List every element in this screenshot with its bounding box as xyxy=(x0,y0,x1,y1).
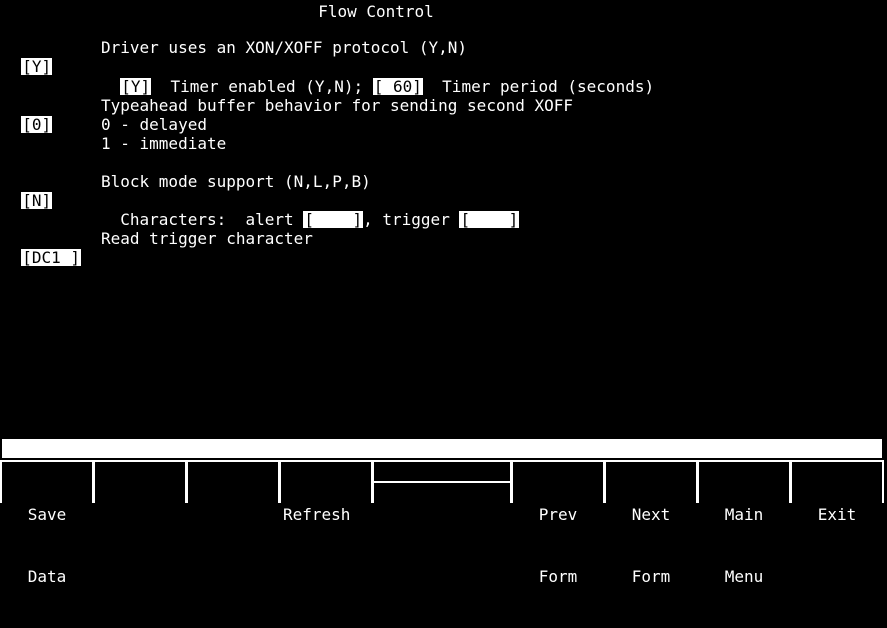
read-trigger-label: Read trigger character xyxy=(101,229,313,248)
f7-label-line1: Next xyxy=(631,505,671,524)
f2-blank-button[interactable] xyxy=(95,462,185,503)
alert-char-field[interactable]: [ ] xyxy=(303,211,364,228)
f1-label-line2: Data xyxy=(27,567,67,586)
alert-label: alert xyxy=(245,210,294,229)
read-trigger-field[interactable]: [DC1 ] xyxy=(21,249,82,266)
f4-refresh-button[interactable]: Refresh xyxy=(281,462,371,524)
f8-main-menu-button[interactable]: Main Menu xyxy=(699,462,789,586)
f7-label-line2: Form xyxy=(631,567,671,586)
f9-label-line1: Exit xyxy=(817,505,857,524)
timer-period-field[interactable]: [ 60] xyxy=(372,78,423,95)
f3-label-line2 xyxy=(188,566,278,586)
block-mode-label: Block mode support (N,L,P,B) xyxy=(101,172,371,191)
f5-blank-button-top[interactable] xyxy=(374,462,510,481)
timer-enabled-field[interactable]: [Y] xyxy=(120,78,152,95)
typeahead-field[interactable]: [0] xyxy=(21,116,53,133)
timer-enabled-label: Timer enabled (Y,N); xyxy=(170,77,364,96)
characters-separator: , xyxy=(363,210,373,229)
f2-label-line1 xyxy=(95,504,185,524)
function-key-bar: Save Data Refresh Prev Form Next Form Ma… xyxy=(0,460,884,586)
f8-label-line1: Main xyxy=(724,505,764,524)
typeahead-option-delayed: 0 - delayed xyxy=(101,115,207,134)
typeahead-option-immediate: 1 - immediate xyxy=(101,134,227,153)
f3-blank-button[interactable] xyxy=(188,462,278,503)
f8-label-line2: Menu xyxy=(724,567,764,586)
f9-exit-button[interactable]: Exit xyxy=(792,462,882,524)
f6-prev-form-button[interactable]: Prev Form xyxy=(513,462,603,586)
f6-label-line1: Prev xyxy=(538,505,578,524)
f4-label-line1: Refresh xyxy=(283,505,351,524)
typeahead-label: Typeahead buffer behavior for sending se… xyxy=(101,96,574,115)
trigger-char-field[interactable]: [ ] xyxy=(459,211,520,228)
f7-next-form-button[interactable]: Next Form xyxy=(606,462,696,586)
xon-xoff-field[interactable]: [Y] xyxy=(21,58,53,75)
f1-save-data-button[interactable]: Save Data xyxy=(2,462,92,586)
xon-xoff-label: Driver uses an XON/XOFF protocol (Y,N) xyxy=(101,38,468,57)
f9-label-line2 xyxy=(792,566,882,586)
timer-period-label: Timer period (seconds) xyxy=(442,77,655,96)
screen-title: Flow Control xyxy=(318,2,434,21)
f6-label-line2: Form xyxy=(538,567,578,586)
f4-label-line2 xyxy=(283,566,371,586)
f2-label-line2 xyxy=(95,566,185,586)
f5-blank-button-bottom[interactable] xyxy=(374,483,510,503)
f3-label-line1 xyxy=(188,504,278,524)
trigger-label: trigger xyxy=(382,210,450,229)
characters-label: Characters: xyxy=(120,210,227,229)
status-bar xyxy=(2,439,882,458)
f1-label-line1: Save xyxy=(27,505,67,524)
block-mode-field[interactable]: [N] xyxy=(21,192,53,209)
